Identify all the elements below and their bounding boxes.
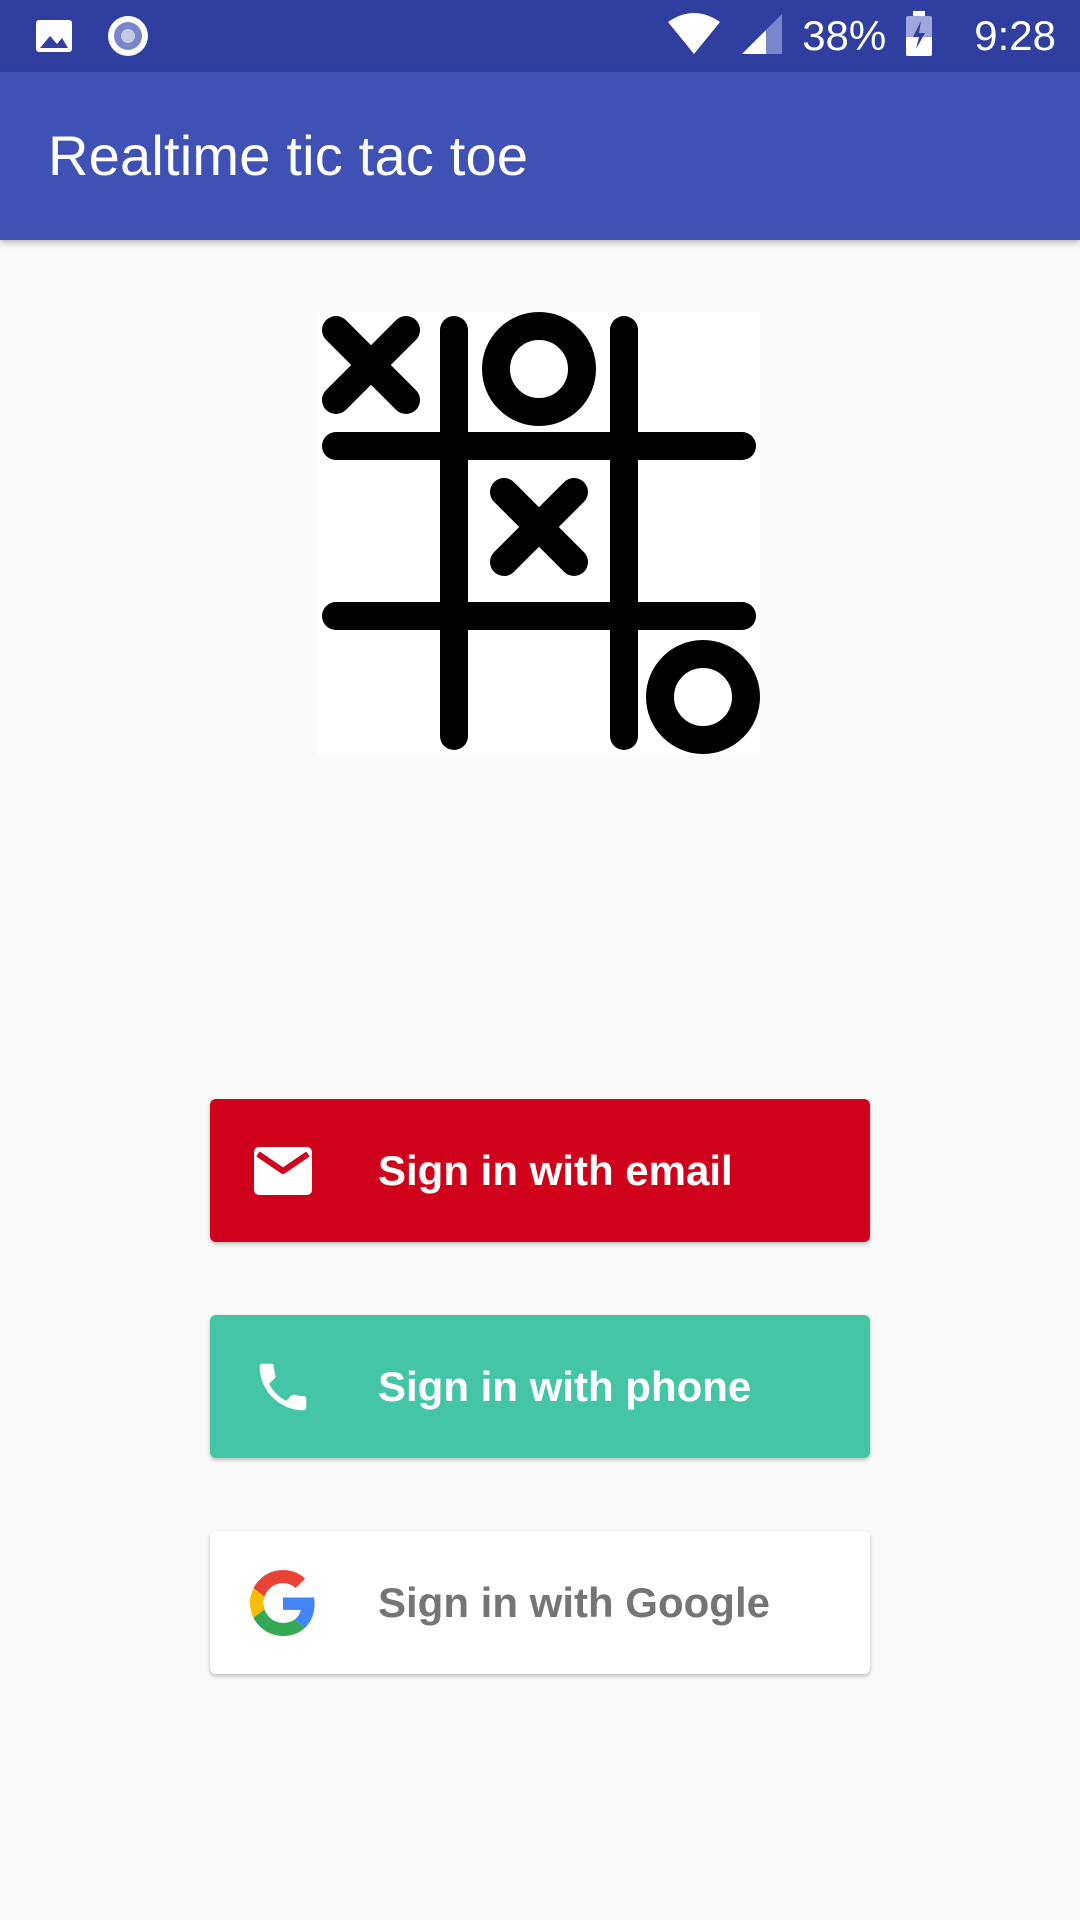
wifi-icon xyxy=(666,12,722,61)
sign-in-email-label: Sign in with email xyxy=(378,1147,733,1194)
app-bar: Realtime tic tac toe xyxy=(0,72,1080,240)
status-bar: 38% 9:28 xyxy=(0,0,1080,72)
sign-in-google-label: Sign in with Google xyxy=(378,1579,770,1626)
sign-in-phone-button[interactable]: Sign in with phone xyxy=(210,1315,870,1458)
clock: 9:28 xyxy=(974,12,1056,59)
sign-in-email-button[interactable]: Sign in with email xyxy=(210,1099,870,1242)
email-icon xyxy=(252,1140,314,1202)
google-icon xyxy=(250,1570,315,1636)
sign-in-google-button[interactable]: Sign in with Google xyxy=(210,1531,870,1674)
sign-in-phone-label: Sign in with phone xyxy=(378,1363,752,1410)
image-icon xyxy=(34,16,74,61)
battery-percent: 38% xyxy=(802,12,887,59)
phone-icon xyxy=(252,1356,314,1418)
tic-tac-toe-logo xyxy=(318,312,760,754)
app-title: Realtime tic tac toe xyxy=(48,124,529,187)
battery-charging-icon xyxy=(904,10,934,62)
signal-icon xyxy=(740,12,784,61)
record-icon xyxy=(106,14,150,63)
